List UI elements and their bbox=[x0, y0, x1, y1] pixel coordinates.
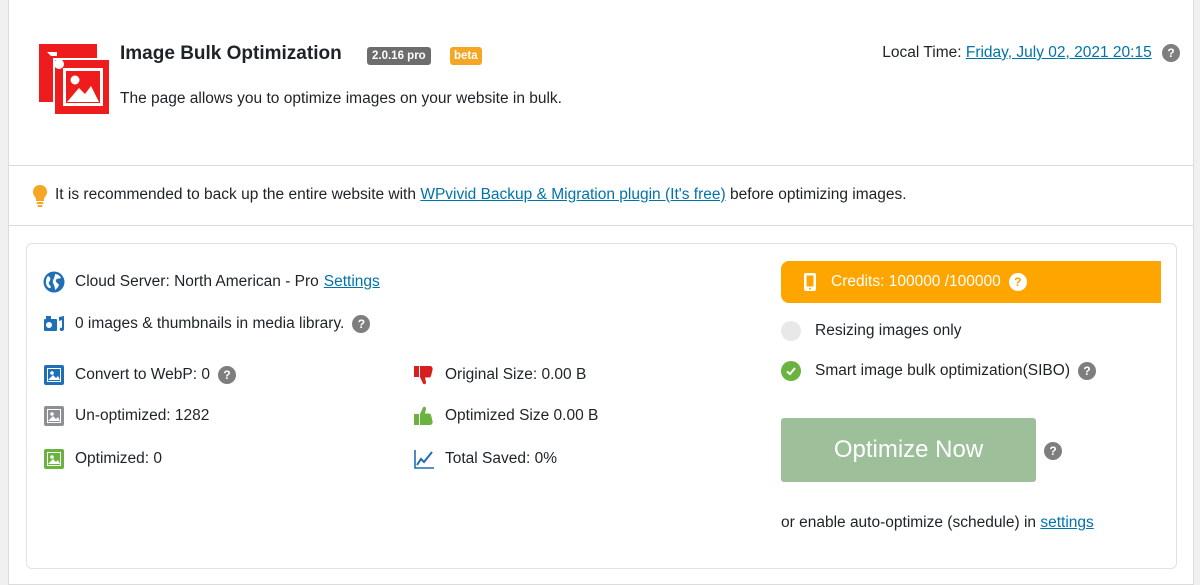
question-mark-icon[interactable]: ? bbox=[217, 366, 236, 384]
page-description: The page allows you to optimize images o… bbox=[120, 90, 562, 107]
check-icon bbox=[786, 367, 796, 376]
header-panel bbox=[8, 0, 1194, 166]
trend-chart-icon bbox=[414, 450, 434, 469]
version-badge: 2.0.16 pro bbox=[367, 47, 431, 65]
wpvivid-plugin-link[interactable]: WPvivid Backup & Migration plugin (It's … bbox=[420, 186, 725, 203]
convert-webp-row: Convert to WebP: 0 ? bbox=[43, 364, 236, 386]
optimized-size-label: Optimized Size 0.00 B bbox=[445, 407, 599, 424]
image-blue-icon bbox=[44, 365, 64, 385]
notice-suffix: before optimizing images. bbox=[729, 186, 907, 203]
beta-badge: beta bbox=[450, 47, 482, 65]
local-time-link[interactable]: Friday, July 02, 2021 20:15 bbox=[966, 44, 1152, 61]
phone-icon bbox=[804, 273, 816, 291]
question-mark-icon[interactable]: ? bbox=[1008, 273, 1027, 291]
convert-webp-label: Convert to WebP: 0 bbox=[75, 366, 210, 383]
auto-optimize-prefix: or enable auto-optimize (schedule) in bbox=[781, 514, 1037, 531]
unoptimized-row: Un-optimized: 1282 bbox=[43, 405, 209, 427]
cloud-settings-link[interactable]: Settings bbox=[324, 273, 380, 291]
image-gray-icon bbox=[44, 406, 64, 426]
unoptimized-label: Un-optimized: 1282 bbox=[75, 407, 210, 424]
thumbs-up-icon bbox=[414, 406, 433, 425]
optimized-label: Optimized: 0 bbox=[75, 450, 163, 467]
question-mark-icon[interactable]: ? bbox=[1044, 442, 1062, 460]
cloud-server-row: Cloud Server: North American - Pro Setti… bbox=[43, 271, 380, 293]
total-saved-row: Total Saved: 0% bbox=[413, 448, 557, 470]
resizing-only-option[interactable]: Resizing images only bbox=[781, 321, 961, 341]
auto-optimize-settings-link[interactable]: settings bbox=[1040, 514, 1093, 531]
optimized-size-row: Optimized Size 0.00 B bbox=[413, 405, 598, 427]
original-size-label: Original Size: 0.00 B bbox=[445, 366, 587, 383]
image-stack-icon bbox=[39, 44, 111, 116]
cloud-server-label: Cloud Server: North American - Pro bbox=[75, 273, 319, 290]
sibo-option[interactable]: Smart image bulk optimization(SIBO) ? bbox=[781, 361, 1096, 381]
media-count-label: 0 images & thumbnails in media library. bbox=[75, 315, 345, 332]
resizing-only-label: Resizing images only bbox=[815, 322, 962, 339]
thumbs-down-icon bbox=[414, 366, 433, 385]
backup-notice: It is recommended to back up the entire … bbox=[8, 166, 1194, 226]
optimized-row: Optimized: 0 bbox=[43, 448, 162, 470]
image-green-icon bbox=[44, 449, 64, 469]
media-library-row: 0 images & thumbnails in media library. … bbox=[43, 313, 371, 335]
lightbulb-icon bbox=[33, 185, 47, 207]
page-title: Image Bulk Optimization bbox=[120, 43, 342, 64]
sibo-label: Smart image bulk optimization(SIBO) bbox=[815, 362, 1070, 379]
credits-label: Credits: 100000 /100000 bbox=[831, 273, 1001, 290]
question-mark-icon[interactable]: ? bbox=[1077, 362, 1096, 380]
notice-text: It is recommended to back up the entire … bbox=[55, 186, 907, 204]
auto-optimize-text: or enable auto-optimize (schedule) in se… bbox=[781, 514, 1094, 532]
question-mark-icon[interactable]: ? bbox=[352, 315, 371, 333]
optimize-now-button[interactable]: Optimize Now bbox=[781, 418, 1036, 482]
globe-icon bbox=[43, 271, 65, 293]
original-size-row: Original Size: 0.00 B bbox=[413, 364, 586, 386]
local-time-label: Local Time: bbox=[882, 44, 962, 62]
media-library-icon bbox=[44, 316, 64, 332]
local-time: Local Time: Friday, July 02, 2021 20:15 … bbox=[882, 44, 1180, 62]
credits-bar: Credits: 100000 /100000 ? bbox=[781, 261, 1161, 303]
question-mark-icon[interactable]: ? bbox=[1162, 44, 1180, 62]
sibo-radio[interactable] bbox=[781, 361, 801, 381]
resizing-only-radio[interactable] bbox=[781, 321, 801, 341]
total-saved-label: Total Saved: 0% bbox=[445, 450, 558, 467]
notice-prefix: It is recommended to back up the entire … bbox=[55, 186, 416, 203]
